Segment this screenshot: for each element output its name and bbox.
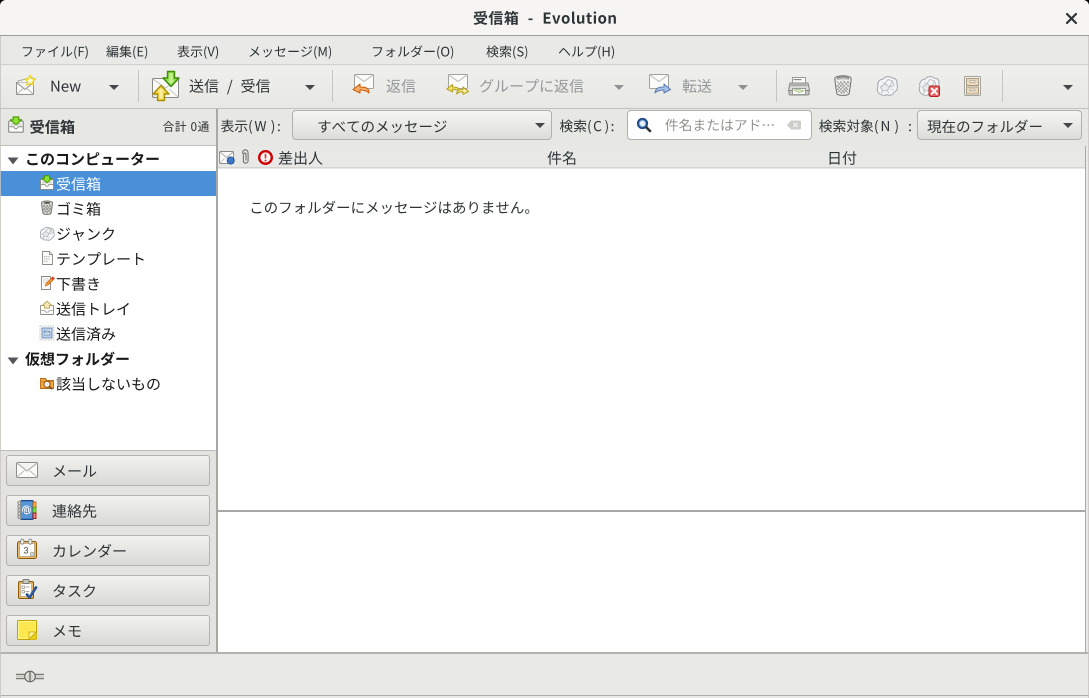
svg-text:@: @ xyxy=(22,505,30,515)
svg-text:3: 3 xyxy=(23,546,28,556)
